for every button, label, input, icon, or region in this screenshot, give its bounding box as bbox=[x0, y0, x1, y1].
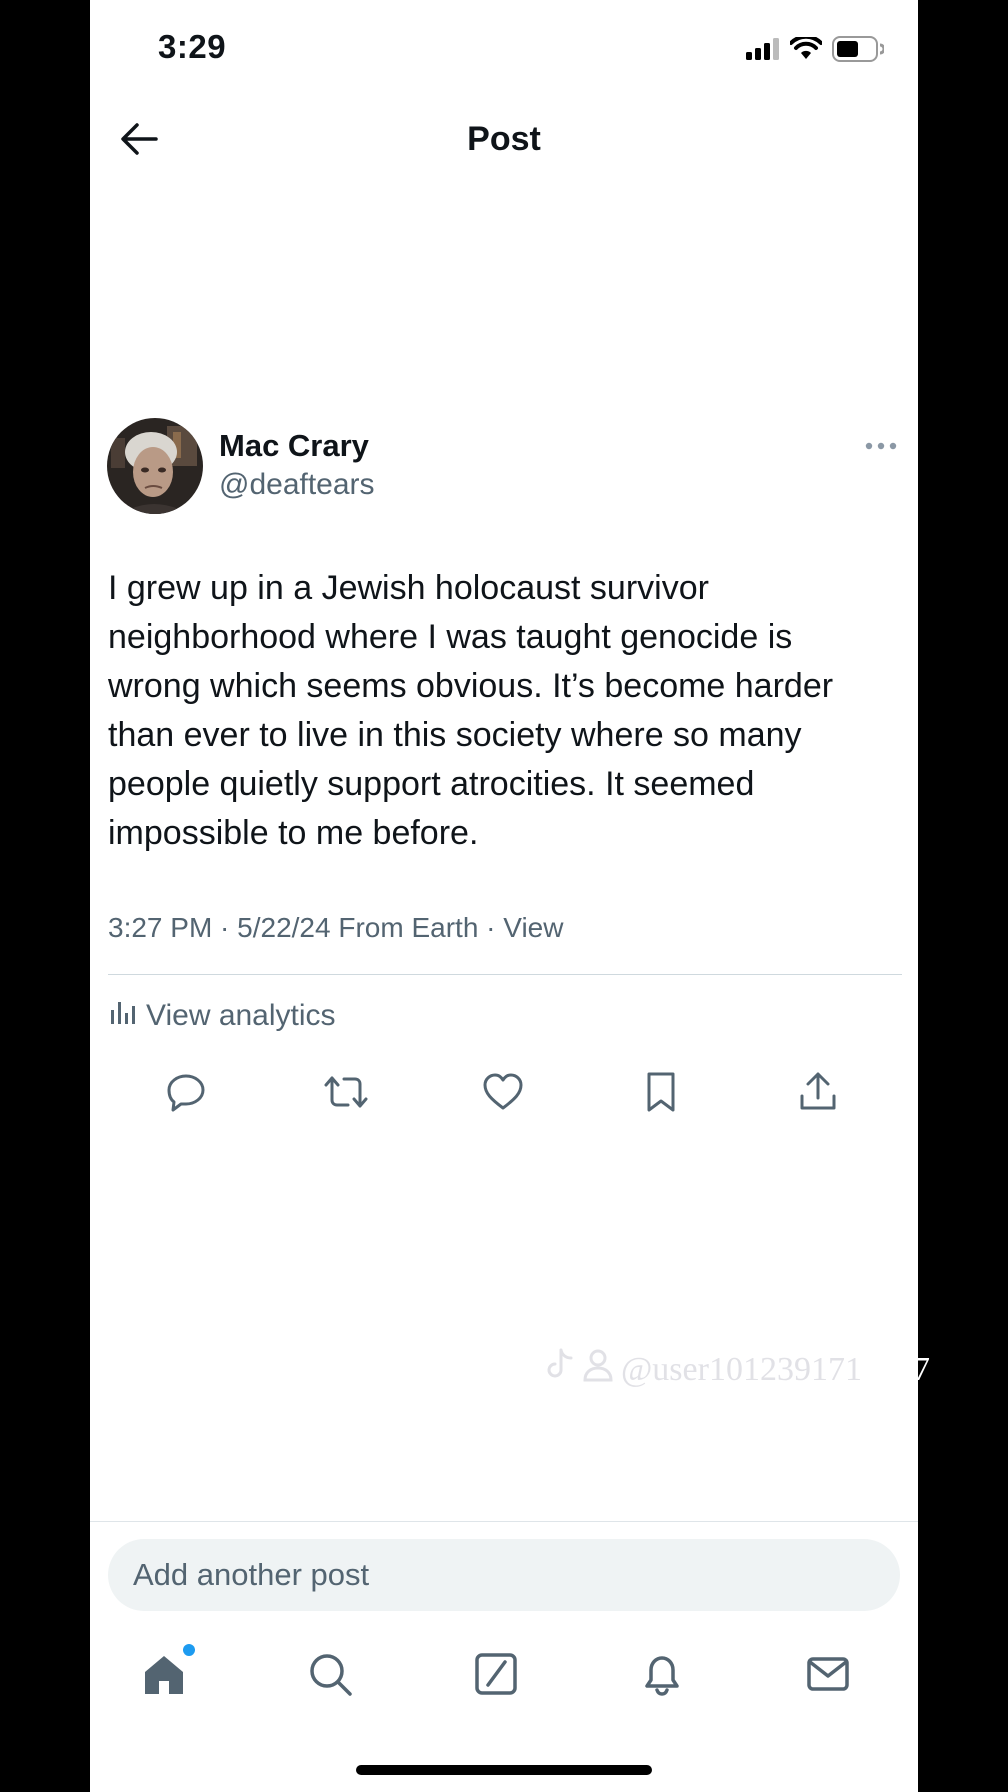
divider bbox=[108, 974, 902, 975]
analytics-label: View analytics bbox=[146, 999, 336, 1032]
search-icon[interactable] bbox=[306, 1650, 354, 1698]
status-icons bbox=[746, 34, 886, 67]
watermark: @user1012391714397 bbox=[545, 1348, 930, 1391]
page-title: Post bbox=[467, 120, 541, 158]
bookmark-icon[interactable] bbox=[639, 1070, 683, 1114]
author-handle[interactable]: @deaftears bbox=[219, 468, 375, 502]
post-screen: 3:29 Post Mac Crary @deaftears I grew up… bbox=[90, 0, 918, 1792]
home-indicator bbox=[356, 1765, 652, 1775]
battery-icon bbox=[832, 36, 886, 67]
more-horizontal-icon[interactable] bbox=[864, 436, 898, 456]
post-text: I grew up in a Jewish holocaust survivor… bbox=[108, 569, 834, 852]
wifi-icon bbox=[789, 34, 823, 66]
action-bar bbox=[90, 1070, 918, 1120]
messages-icon[interactable] bbox=[804, 1650, 852, 1698]
watermark-text-bright: 4397 bbox=[861, 1350, 930, 1388]
notifications-icon[interactable] bbox=[638, 1650, 686, 1698]
user-icon bbox=[583, 1348, 613, 1391]
home-notification-badge bbox=[183, 1644, 195, 1656]
repost-icon[interactable] bbox=[322, 1070, 370, 1114]
analytics-icon bbox=[108, 998, 136, 1034]
grok-icon[interactable] bbox=[472, 1650, 520, 1698]
author-name[interactable]: Mac Crary bbox=[219, 428, 369, 464]
avatar[interactable] bbox=[107, 418, 203, 514]
watermark-text: @user1012391714397 bbox=[621, 1351, 930, 1389]
cellular-signal-icon bbox=[746, 38, 780, 65]
like-icon[interactable] bbox=[481, 1070, 525, 1114]
reply-icon[interactable] bbox=[164, 1070, 208, 1114]
post-timestamp[interactable]: 3:27 PM · 5/22/24 From Earth · View bbox=[108, 912, 563, 944]
compose-divider bbox=[90, 1521, 918, 1522]
add-post-input[interactable]: Add another post bbox=[108, 1539, 900, 1611]
home-icon[interactable] bbox=[140, 1650, 188, 1698]
view-analytics-link[interactable]: View analytics bbox=[108, 998, 336, 1034]
tiktok-icon bbox=[545, 1348, 575, 1391]
watermark-text-faded: @user101239171 bbox=[621, 1350, 862, 1388]
status-time: 3:29 bbox=[158, 28, 227, 65]
share-icon[interactable] bbox=[796, 1070, 840, 1114]
